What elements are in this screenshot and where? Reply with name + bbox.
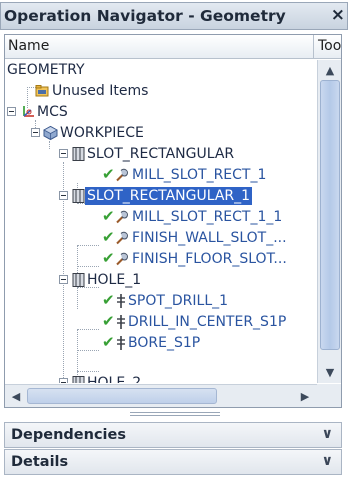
chevron-down-icon[interactable]: ∨ — [322, 453, 333, 469]
window-title: Operation Navigator - Geometry — [4, 7, 286, 25]
feature-geometry-icon — [72, 273, 85, 287]
scroll-down-icon[interactable]: ▼ — [319, 363, 341, 381]
tree-item-label: SLOT_RECTANGULAR_1 — [85, 187, 253, 205]
complete-check-icon: ✔ — [102, 312, 115, 330]
collapse-toggle-icon[interactable] — [59, 378, 68, 383]
close-icon[interactable]: × — [331, 5, 345, 25]
tree-item-spot-drill-1[interactable]: ✔ SPOT_DRILL_1 — [5, 291, 317, 312]
workpiece-icon — [43, 125, 58, 141]
tree-item-geometry[interactable]: GEOMETRY — [5, 60, 317, 81]
details-section[interactable]: Details ∨ — [4, 449, 342, 475]
tree-item-mill-slot-rect-1-1[interactable]: ✔ MILL_SLOT_RECT_1_1 — [5, 207, 317, 228]
tree-item-label: HOLE_1 — [87, 272, 142, 288]
scroll-left-icon[interactable]: ◀ — [6, 387, 26, 405]
coordinate-system-icon — [23, 106, 34, 117]
dependencies-section[interactable]: Dependencies ∨ — [4, 422, 342, 448]
horizontal-scrollbar[interactable]: ◀ ▶ — [5, 384, 317, 407]
drill-operation-icon — [117, 315, 125, 329]
collapse-toggle-icon[interactable] — [59, 275, 68, 284]
tree-item-label: SLOT_RECTANGULAR — [87, 146, 235, 162]
tree-item-label: MCS — [37, 104, 68, 120]
mill-operation-icon — [116, 252, 128, 266]
tree-item-unused-items[interactable]: Unused Items — [5, 81, 317, 102]
complete-check-icon: ✔ — [102, 249, 115, 267]
column-divider[interactable] — [313, 35, 314, 59]
panel-splitter[interactable] — [130, 412, 220, 416]
column-header-name[interactable]: Name — [8, 38, 49, 54]
tree-item-mcs[interactable]: MCS — [5, 102, 317, 123]
scrollbar-corner — [317, 384, 341, 407]
tree-item-label: FINISH_WALL_SLOT_... — [132, 230, 287, 246]
complete-check-icon: ✔ — [102, 207, 115, 225]
details-label: Details — [11, 454, 69, 470]
tree-item-label: SPOT_DRILL_1 — [128, 293, 229, 309]
collapse-toggle-icon[interactable] — [59, 191, 68, 200]
tree-item-finish-wall-slot[interactable]: ✔ FINISH_WALL_SLOT_... — [5, 228, 317, 249]
complete-check-icon: ✔ — [102, 165, 115, 183]
tree-item-finish-floor-slot[interactable]: ✔ FINISH_FLOOR_SLOT... — [5, 249, 317, 270]
tree-item-label: WORKPIECE — [60, 125, 144, 141]
operation-navigator-panel: Operation Navigator - Geometry × Name To… — [0, 0, 348, 486]
collapse-toggle-icon[interactable] — [7, 107, 16, 116]
complete-check-icon: ✔ — [102, 333, 115, 351]
tree-item-label: FINISH_FLOOR_SLOT... — [132, 251, 287, 267]
tree-item-label: BORE_S1P — [128, 335, 201, 351]
scroll-up-icon[interactable]: ▲ — [319, 61, 341, 79]
scroll-right-icon[interactable]: ▶ — [295, 387, 315, 405]
complete-check-icon: ✔ — [102, 228, 115, 246]
feature-geometry-icon — [72, 147, 85, 161]
column-header: Name Tool — [5, 35, 341, 59]
tree-item-hole-1[interactable]: HOLE_1 — [5, 270, 317, 291]
feature-geometry-icon — [72, 376, 85, 383]
tree-item-mill-slot-rect-1[interactable]: ✔ MILL_SLOT_RECT_1 — [5, 165, 317, 186]
tree-item-hole-2[interactable]: HOLE_2 — [5, 373, 317, 383]
tree-item-bore-s1p[interactable]: ✔ BORE_S1P — [5, 333, 317, 354]
tree-item-label: HOLE_2 — [87, 375, 142, 383]
tree-item-slot-rectangular-1[interactable]: SLOT_RECTANGULAR_1 — [5, 186, 317, 207]
mill-operation-icon — [116, 210, 128, 224]
feature-geometry-icon — [72, 189, 85, 203]
collapse-toggle-icon[interactable] — [31, 128, 40, 137]
tree-rows: GEOMETRY Unused Items MCS WORKPIECE SLOT… — [5, 60, 317, 383]
tree-item-label: DRILL_IN_CENTER_S1P — [128, 314, 287, 330]
complete-check-icon: ✔ — [102, 291, 115, 309]
mill-operation-icon — [116, 231, 128, 245]
dependencies-label: Dependencies — [11, 427, 126, 443]
horizontal-scroll-thumb[interactable] — [27, 388, 217, 404]
title-bar: Operation Navigator - Geometry × — [0, 2, 348, 30]
chevron-down-icon[interactable]: ∨ — [322, 426, 333, 442]
tree-item-label: Unused Items — [52, 83, 149, 99]
tree-item-workpiece[interactable]: WORKPIECE — [5, 123, 317, 144]
folder-icon — [35, 85, 49, 97]
drill-operation-icon — [117, 294, 125, 308]
collapse-toggle-icon[interactable] — [59, 149, 68, 158]
tree-item-label: GEOMETRY — [7, 62, 85, 78]
vertical-scroll-thumb[interactable] — [320, 80, 340, 350]
tree-item-drill-in-center-s1p[interactable]: ✔ DRILL_IN_CENTER_S1P — [5, 312, 317, 333]
tree-item-label: MILL_SLOT_RECT_1_1 — [132, 209, 283, 225]
tree-item-label: MILL_SLOT_RECT_1 — [132, 167, 267, 183]
drill-operation-icon — [117, 336, 125, 350]
operation-tree: Name Tool GEOMETRY — [4, 34, 342, 408]
column-header-tool[interactable]: Tool — [318, 38, 341, 54]
vertical-scrollbar[interactable]: ▲ ▼ — [317, 60, 341, 383]
tree-item-slot-rectangular[interactable]: SLOT_RECTANGULAR — [5, 144, 317, 165]
mill-operation-icon — [116, 168, 128, 182]
